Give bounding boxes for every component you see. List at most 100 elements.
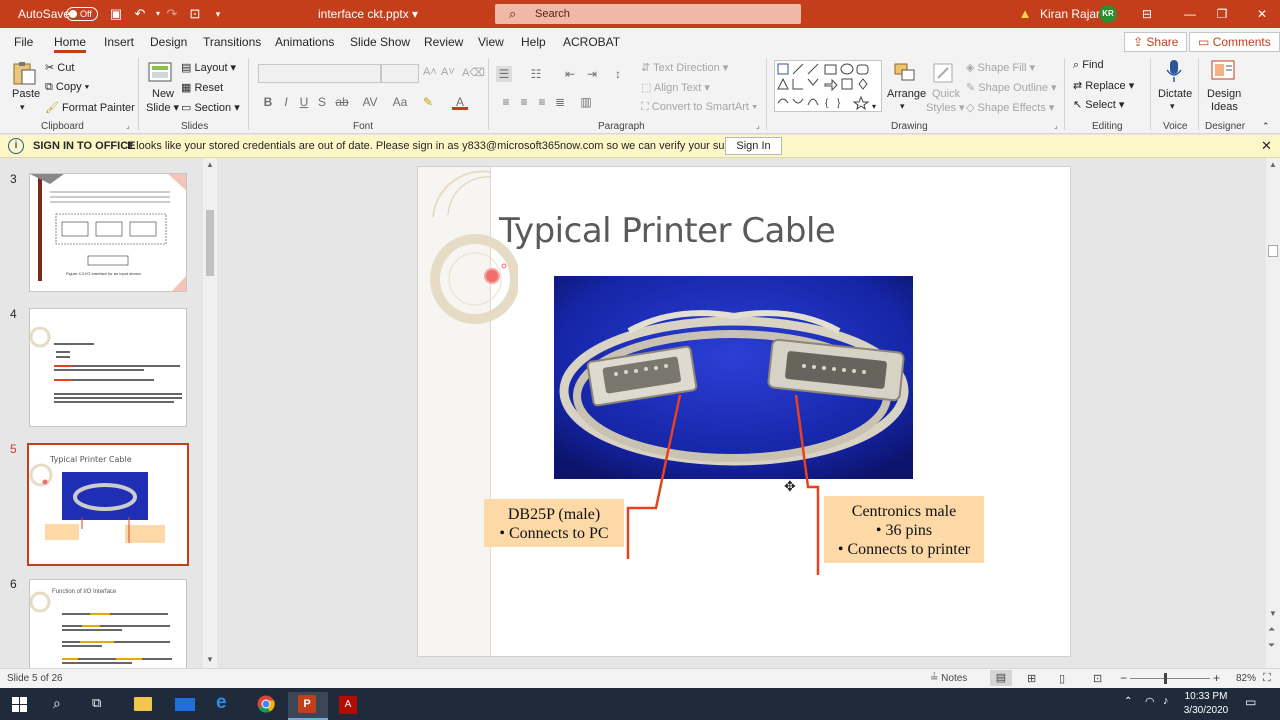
tab-home[interactable]: Home: [54, 35, 86, 49]
align-text-button[interactable]: ⬚ Align Text ▾: [641, 81, 710, 94]
slide-scrollbar-thumb[interactable]: [1268, 245, 1278, 257]
font-name-box[interactable]: [258, 64, 381, 83]
quick-styles-label-1[interactable]: Quick: [932, 88, 960, 100]
text-direction-button[interactable]: ⇵ Text Direction ▾: [641, 61, 728, 74]
tab-view[interactable]: View: [478, 35, 504, 49]
scroll-down-icon[interactable]: ▼: [206, 655, 214, 664]
tab-design[interactable]: Design: [150, 35, 187, 49]
paste-dropdown-icon[interactable]: ▾: [20, 102, 25, 113]
close-message-icon[interactable]: ✕: [1261, 138, 1272, 154]
zoom-in-icon[interactable]: +: [1213, 671, 1220, 685]
close-icon[interactable]: ✕: [1252, 5, 1272, 23]
sign-in-button[interactable]: Sign In: [725, 137, 782, 155]
numbering-icon[interactable]: ☷: [528, 66, 544, 82]
columns-icon[interactable]: ▥: [578, 94, 594, 110]
cut-button[interactable]: ✂ Cut: [45, 61, 74, 74]
shadow-icon[interactable]: S: [314, 94, 330, 110]
user-name[interactable]: Kiran Rajan: [1040, 7, 1103, 21]
zoom-out-icon[interactable]: −: [1120, 671, 1127, 685]
dictate-button[interactable]: Dictate: [1158, 88, 1192, 100]
convert-smartart-button[interactable]: ⛶ Convert to SmartArt ▾: [641, 101, 757, 114]
paste-icon[interactable]: [10, 60, 38, 86]
notes-button[interactable]: ≟ Notes: [930, 673, 967, 684]
comments-button[interactable]: ▭ Comments: [1189, 32, 1280, 52]
tab-review[interactable]: Review: [424, 35, 463, 49]
tab-animations[interactable]: Animations: [275, 35, 334, 49]
file-explorer-icon[interactable]: [134, 697, 152, 711]
edge-icon[interactable]: e: [216, 692, 227, 714]
clear-formatting-icon[interactable]: A⌫: [462, 66, 485, 79]
tab-file[interactable]: File: [14, 35, 33, 49]
justify-icon[interactable]: ≣: [552, 94, 568, 110]
slide-show-icon[interactable]: ⊡: [1093, 672, 1102, 685]
search-box[interactable]: ⌕ Search: [495, 4, 801, 24]
tab-help[interactable]: Help: [521, 35, 546, 49]
paragraph-launcher-icon[interactable]: ⌟: [756, 121, 760, 130]
highlight-icon[interactable]: ✎: [420, 94, 436, 110]
minimize-icon[interactable]: —: [1180, 5, 1200, 23]
quick-styles-button[interactable]: Styles ▾: [926, 101, 965, 114]
undo-icon[interactable]: ↶: [132, 6, 148, 22]
callout-centronics[interactable]: Centronics male • 36 pins • Connects to …: [824, 496, 984, 563]
strikethrough-icon[interactable]: ab: [334, 94, 350, 110]
increase-indent-icon[interactable]: ⇥: [584, 66, 600, 82]
align-left-icon[interactable]: ≡: [498, 94, 514, 110]
slide-canvas[interactable]: Typical Printer Cable DB25P (male) • Con…: [417, 166, 1071, 657]
document-title[interactable]: interface ckt.pptx ▾: [318, 7, 418, 21]
design-ideas-icon[interactable]: [1209, 58, 1237, 84]
restore-icon[interactable]: ❐: [1212, 5, 1232, 23]
arrange-icon[interactable]: [891, 60, 919, 86]
underline-icon[interactable]: U: [296, 94, 312, 110]
callout-db25p[interactable]: DB25P (male) • Connects to PC: [484, 499, 624, 547]
arrange-dropdown-icon[interactable]: ▾: [900, 101, 905, 112]
format-painter-button[interactable]: 🖌 Format Painter: [45, 101, 135, 114]
present-icon[interactable]: ⊡: [187, 6, 203, 22]
increase-font-size-icon[interactable]: A˄: [423, 66, 437, 78]
customize-toolbar-icon[interactable]: ▾: [210, 6, 226, 22]
notification-icon[interactable]: ▭: [1245, 695, 1256, 709]
copy-button[interactable]: ⧉ Copy ▾: [45, 81, 89, 94]
font-size-box[interactable]: [381, 64, 419, 83]
slide-thumbnail-5[interactable]: Typical Printer Cable: [27, 443, 189, 566]
section-button[interactable]: ▭ Section ▾: [181, 101, 240, 114]
character-spacing-icon[interactable]: AV: [362, 94, 378, 110]
paste-button[interactable]: Paste: [12, 88, 40, 100]
decrease-font-size-icon[interactable]: A˅: [441, 66, 455, 78]
new-slide-icon[interactable]: [146, 60, 174, 86]
design-ideas-label-1[interactable]: Design: [1207, 88, 1241, 100]
select-button[interactable]: ↖ Select ▾: [1073, 98, 1124, 111]
slide-scroll-down-icon[interactable]: ▼: [1269, 609, 1277, 618]
windows-start-icon[interactable]: [12, 697, 27, 712]
slide-thumbnail-4[interactable]: [29, 308, 187, 427]
clipboard-launcher-icon[interactable]: ⌟: [126, 121, 130, 130]
tab-acrobat[interactable]: ACROBAT: [563, 35, 620, 49]
shapes-more-icon[interactable]: ▾: [872, 102, 876, 111]
layout-button[interactable]: ▤ Layout ▾: [181, 61, 236, 74]
tab-slide-show[interactable]: Slide Show: [350, 35, 410, 49]
zoom-level[interactable]: 82%: [1236, 673, 1256, 684]
drawing-launcher-icon[interactable]: ⌟: [1054, 121, 1058, 130]
design-ideas-button[interactable]: Ideas: [1211, 101, 1238, 113]
tab-transitions[interactable]: Transitions: [203, 35, 261, 49]
new-slide-label-1[interactable]: New: [152, 88, 174, 100]
zoom-slider-handle[interactable]: [1164, 673, 1167, 684]
shape-effects-button[interactable]: ◇ Shape Effects ▾: [966, 101, 1054, 114]
shapes-gallery[interactable]: {}: [774, 60, 882, 112]
wifi-icon[interactable]: ◠: [1145, 695, 1155, 708]
next-slide-icon[interactable]: ⏷: [1268, 640, 1275, 651]
reset-button[interactable]: ▦ Reset: [181, 81, 223, 94]
powerpoint-taskbar-button[interactable]: P: [288, 692, 328, 720]
dictate-dropdown-icon[interactable]: ▾: [1170, 101, 1175, 112]
mail-icon[interactable]: [175, 698, 195, 711]
change-case-icon[interactable]: Aa: [392, 94, 408, 110]
font-color-icon[interactable]: A: [452, 94, 468, 110]
microphone-icon[interactable]: [1160, 58, 1188, 84]
slide-thumbnail-3[interactable]: Figure 4.3 I/O interface for an input de…: [29, 173, 187, 292]
avatar[interactable]: KR: [1099, 5, 1117, 23]
collapse-ribbon-icon[interactable]: ⌃: [1262, 121, 1270, 132]
tab-insert[interactable]: Insert: [104, 35, 134, 49]
fit-to-window-icon[interactable]: ⛶: [1263, 672, 1271, 685]
share-button[interactable]: ⇪ Share: [1124, 32, 1188, 52]
bold-icon[interactable]: B: [260, 94, 276, 110]
show-hidden-icons[interactable]: ⌃: [1124, 696, 1132, 707]
